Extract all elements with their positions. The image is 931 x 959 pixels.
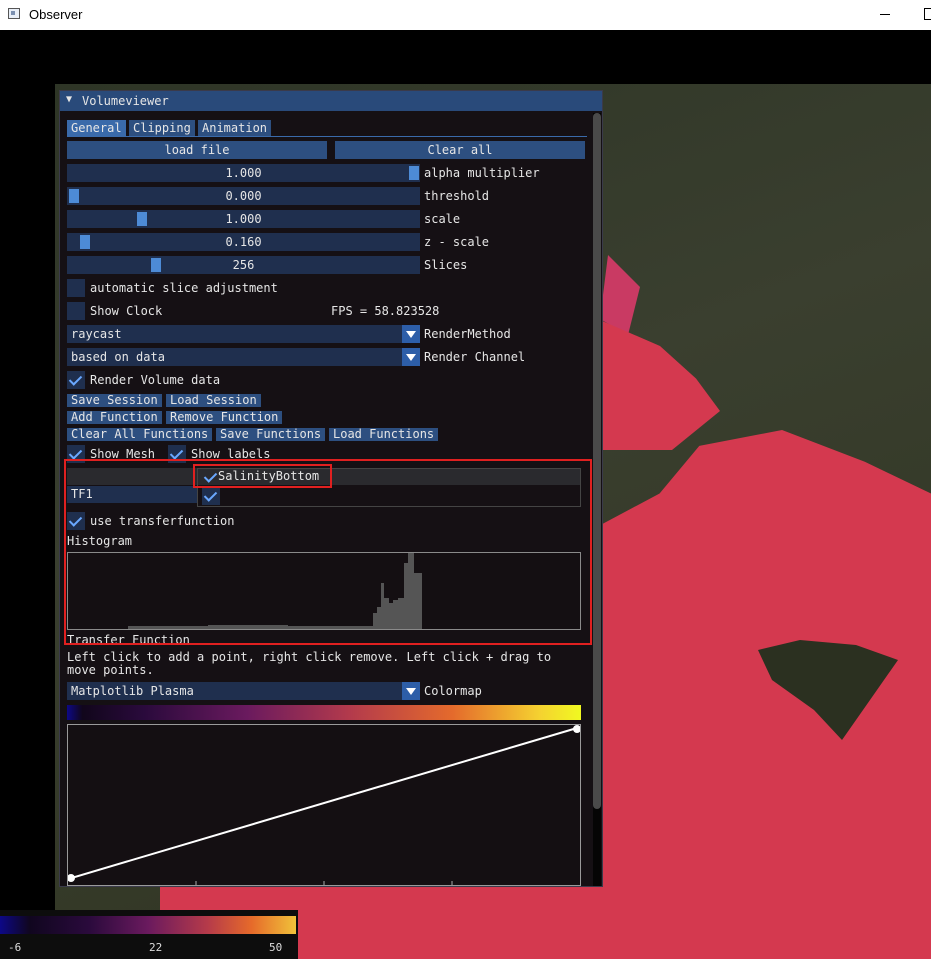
combo-label: RenderMethod [424, 327, 511, 341]
scale-slider[interactable]: 1.000 [67, 210, 420, 228]
window-title: Observer [29, 7, 83, 22]
water-overlay [600, 430, 931, 959]
save-session-button[interactable]: Save Session [67, 394, 162, 407]
combo-label: Colormap [424, 684, 482, 698]
colorbar-mid: 22 [149, 941, 163, 954]
alpha-multiplier-slider[interactable]: 1.000 [67, 164, 420, 182]
window-titlebar: Observer [0, 0, 931, 30]
combo-value: Matplotlib Plasma [71, 684, 194, 698]
render-volume-label: Render Volume data [90, 373, 221, 387]
colorbar-max: 50 [269, 941, 283, 954]
tab-general[interactable]: General [67, 120, 126, 136]
clear-all-button[interactable]: Clear all [335, 141, 585, 159]
app-icon [8, 8, 20, 19]
combo-value: raycast [71, 327, 122, 341]
load-file-button[interactable]: load file [67, 141, 327, 159]
slider-grab[interactable] [409, 166, 419, 180]
slider-label: alpha multiplier [424, 166, 540, 180]
save-functions-button[interactable]: Save Functions [216, 428, 326, 441]
slider-grab[interactable] [80, 235, 90, 249]
maximize-icon[interactable] [924, 8, 931, 20]
collapse-icon[interactable]: ▼ [66, 94, 72, 105]
clear-all-functions-button[interactable]: Clear All Functions [67, 428, 213, 441]
combo-value: based on data [71, 350, 165, 364]
minimize-icon[interactable] [880, 6, 892, 18]
slider-value: 1.000 [225, 212, 262, 226]
combo-label: Render Channel [424, 350, 526, 364]
slider-label: z - scale [424, 235, 490, 249]
scrollbar-thumb[interactable] [593, 113, 601, 809]
remove-function-button[interactable]: Remove Function [166, 411, 283, 424]
load-session-button[interactable]: Load Session [166, 394, 261, 407]
tab-animation[interactable]: Animation [198, 120, 272, 136]
tf-line [67, 727, 578, 880]
slider-value: 1.000 [225, 166, 262, 180]
scrollbar[interactable] [593, 113, 601, 886]
window-header[interactable]: ▼ Volumeviewer [60, 91, 602, 111]
colorbar-min: -6 [8, 941, 22, 954]
slider-value: 0.000 [225, 189, 262, 203]
transfer-hint: Left click to add a point, right click r… [67, 650, 552, 677]
slider-grab[interactable] [151, 258, 161, 272]
show-clock-label: Show Clock [90, 304, 163, 318]
tf-control-point [67, 874, 75, 882]
tf-control-point [573, 725, 581, 733]
panel-title: Volumeviewer [82, 94, 169, 108]
show-clock-checkbox[interactable] [67, 302, 85, 320]
highlight-box [193, 464, 332, 488]
render-channel-combo[interactable]: based on data [67, 348, 420, 366]
fps-readout: FPS = 58.823528 [331, 304, 440, 318]
colormap-combo[interactable]: Matplotlib Plasma [67, 682, 420, 700]
render-volume-checkbox[interactable] [67, 371, 85, 389]
threshold-slider[interactable]: 0.000 [67, 187, 420, 205]
load-functions-button[interactable]: Load Functions [329, 428, 439, 441]
colorbar-legend: -6 22 50 [0, 910, 298, 959]
slider-grab[interactable] [137, 212, 147, 226]
chevron-down-icon[interactable] [402, 348, 420, 366]
colorbar-gradient [0, 916, 296, 934]
chevron-down-icon[interactable] [402, 325, 420, 343]
transfer-function-curve [67, 725, 581, 885]
transfer-function-editor[interactable] [67, 724, 581, 886]
chevron-down-icon[interactable] [402, 682, 420, 700]
colormap-preview [67, 705, 581, 720]
slices-slider[interactable]: 256 [67, 256, 420, 274]
slider-value: 256 [232, 258, 255, 272]
slider-grab[interactable] [69, 189, 79, 203]
auto-slice-label: automatic slice adjustment [90, 281, 278, 295]
slider-label: threshold [424, 189, 490, 203]
render-method-combo[interactable]: raycast [67, 325, 420, 343]
slider-label: Slices [424, 258, 468, 272]
add-function-button[interactable]: Add Function [67, 411, 162, 424]
tab-clipping[interactable]: Clipping [129, 120, 195, 136]
slider-label: scale [424, 212, 461, 226]
volumeviewer-window[interactable]: ▼ Volumeviewer General Clipping Animatio… [59, 90, 603, 887]
slider-value: 0.160 [225, 235, 262, 249]
z-scale-slider[interactable]: 0.160 [67, 233, 420, 251]
tab-divider [67, 136, 587, 137]
auto-slice-checkbox[interactable] [67, 279, 85, 297]
